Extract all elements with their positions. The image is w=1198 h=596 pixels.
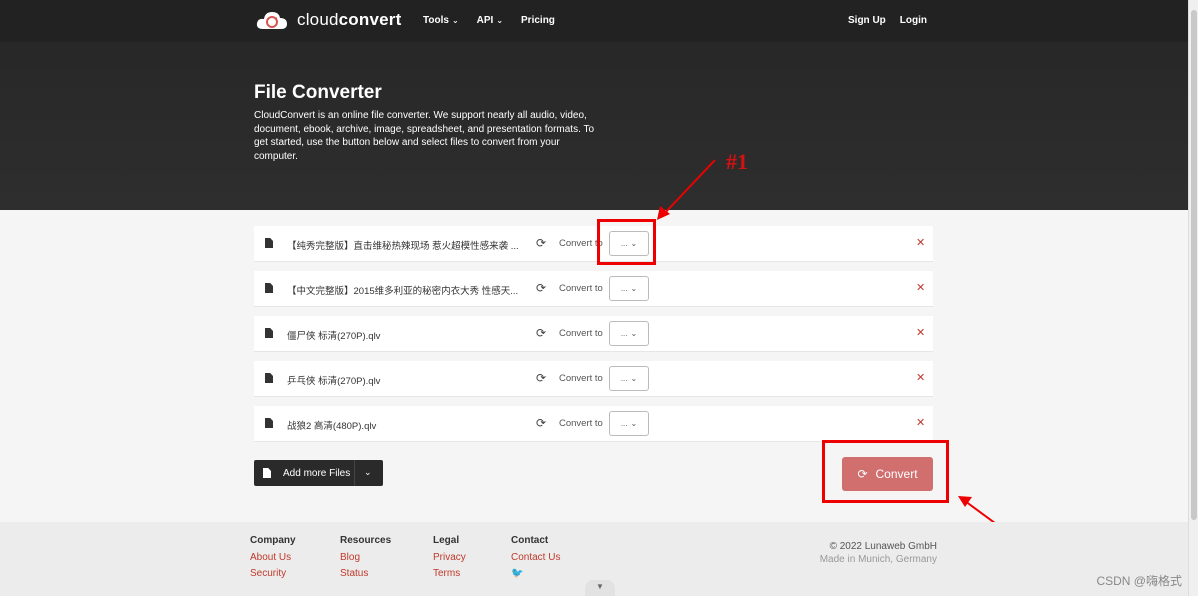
footer-column-legal: Legal Privacy Terms	[433, 535, 466, 584]
file-row: 【中文完整版】2015维多利亚的秘密内衣大秀 性感天... ⟳ Convert …	[254, 271, 933, 307]
annotation-box-1	[597, 219, 656, 265]
chevron-down-icon: ⌄	[630, 374, 638, 383]
refresh-icon[interactable]: ⟳	[536, 236, 546, 250]
chevron-down-icon: ⌄	[630, 329, 638, 338]
footer-heading: Legal	[433, 535, 460, 546]
file-icon	[265, 373, 273, 383]
remove-icon[interactable]: ✕	[916, 371, 925, 384]
footer-heading: Company	[250, 535, 296, 546]
top-navbar	[0, 0, 1188, 42]
chevron-down-icon: ⌄	[630, 284, 638, 293]
footer-link[interactable]: Security	[250, 568, 296, 579]
footer-heading: Contact	[511, 535, 549, 546]
footer-column-resources: Resources Blog Status	[340, 535, 391, 584]
file-icon	[265, 328, 273, 338]
main-nav: Tools ⌄ API ⌄ Pricing	[423, 15, 555, 26]
refresh-icon[interactable]: ⟳	[536, 326, 546, 340]
file-icon	[265, 238, 273, 248]
footer-link[interactable]: Terms	[433, 568, 466, 579]
file-row: 战狼2 高清(480P).qlv ⟳ Convert to ... ⌄ ✕	[254, 406, 933, 442]
file-name: 乒乓侠 标清(270P).qlv	[287, 376, 381, 387]
format-select[interactable]: ... ⌄	[609, 321, 649, 346]
file-name: 【中文完整版】2015维多利亚的秘密内衣大秀 性感天...	[287, 286, 519, 297]
nav-pricing[interactable]: Pricing	[521, 15, 555, 26]
page-title: File Converter	[254, 82, 382, 103]
add-more-files-button[interactable]: Add more Files ⌄	[254, 460, 383, 486]
chevron-down-icon[interactable]: ▼	[585, 580, 615, 596]
convert-to-label: Convert to	[559, 328, 603, 339]
file-row: 乒乓侠 标清(270P).qlv ⟳ Convert to ... ⌄ ✕	[254, 361, 933, 397]
auth-nav: Sign Up Login	[848, 15, 927, 26]
file-name: 战狼2 高清(480P).qlv	[287, 421, 377, 432]
chevron-down-icon: ⌄	[630, 419, 638, 428]
format-select[interactable]: ... ⌄	[609, 366, 649, 391]
footer-link[interactable]: Blog	[340, 552, 391, 563]
twitter-icon[interactable]: 🐦	[511, 568, 560, 579]
footer-column-contact: Contact Contact Us 🐦	[511, 535, 560, 584]
file-name: 僵尸侠 标清(270P).qlv	[287, 331, 381, 342]
add-more-label: Add more Files	[283, 467, 351, 479]
chevron-down-icon: ⌄	[451, 16, 459, 25]
cloud-logo-icon	[255, 9, 289, 31]
button-divider	[354, 460, 355, 486]
copyright-text: © 2022 Lunaweb GmbH	[829, 541, 937, 552]
login-link[interactable]: Login	[900, 15, 927, 26]
convert-to-label: Convert to	[559, 373, 603, 384]
made-in-text: Made in Munich, Germany	[819, 554, 937, 565]
brand-name: cloudconvert	[297, 10, 402, 29]
chevron-down-icon[interactable]: ⌄	[364, 467, 372, 478]
remove-icon[interactable]: ✕	[916, 416, 925, 429]
footer-link[interactable]: Privacy	[433, 552, 466, 563]
remove-icon[interactable]: ✕	[916, 326, 925, 339]
footer-column-company: Company About Us Security	[250, 535, 296, 584]
sign-up-link[interactable]: Sign Up	[848, 15, 886, 26]
file-icon	[265, 418, 273, 428]
refresh-icon[interactable]: ⟳	[536, 281, 546, 295]
annotation-label-1: #1	[726, 149, 748, 174]
chevron-down-icon: ⌄	[496, 16, 504, 25]
footer-link[interactable]: Contact Us	[511, 552, 560, 563]
file-row: 僵尸侠 标清(270P).qlv ⟳ Convert to ... ⌄ ✕	[254, 316, 933, 352]
page-description: CloudConvert is an online file converter…	[254, 110, 595, 162]
format-select[interactable]: ... ⌄	[609, 411, 649, 436]
format-select[interactable]: ... ⌄	[609, 276, 649, 301]
nav-tools[interactable]: Tools ⌄	[423, 15, 459, 26]
convert-to-label: Convert to	[559, 283, 603, 294]
remove-icon[interactable]: ✕	[916, 281, 925, 294]
watermark: CSDN @嗨格式	[1096, 574, 1182, 588]
vertical-scrollbar[interactable]	[1188, 0, 1198, 596]
footer-link[interactable]: About Us	[250, 552, 296, 563]
remove-icon[interactable]: ✕	[916, 236, 925, 249]
file-row: 【纯秀完整版】直击维秘热辣现场 惹火超模性感来袭 ... ⟳ Convert t…	[254, 226, 933, 262]
brand-logo[interactable]: cloudconvert	[255, 9, 401, 31]
nav-api[interactable]: API ⌄	[477, 15, 503, 26]
annotation-box-2	[822, 440, 949, 503]
refresh-icon[interactable]: ⟳	[536, 416, 546, 430]
footer-heading: Resources	[340, 535, 392, 546]
convert-to-label: Convert to	[559, 418, 603, 429]
scrollbar-thumb[interactable]	[1191, 10, 1197, 520]
file-icon	[265, 283, 273, 293]
copyright: © 2022 Lunaweb GmbH Made in Munich, Germ…	[820, 540, 937, 566]
file-add-icon	[263, 468, 271, 478]
refresh-icon[interactable]: ⟳	[536, 371, 546, 385]
file-name: 【纯秀完整版】直击维秘热辣现场 惹火超模性感来袭 ...	[287, 241, 519, 252]
footer-link[interactable]: Status	[340, 568, 391, 579]
